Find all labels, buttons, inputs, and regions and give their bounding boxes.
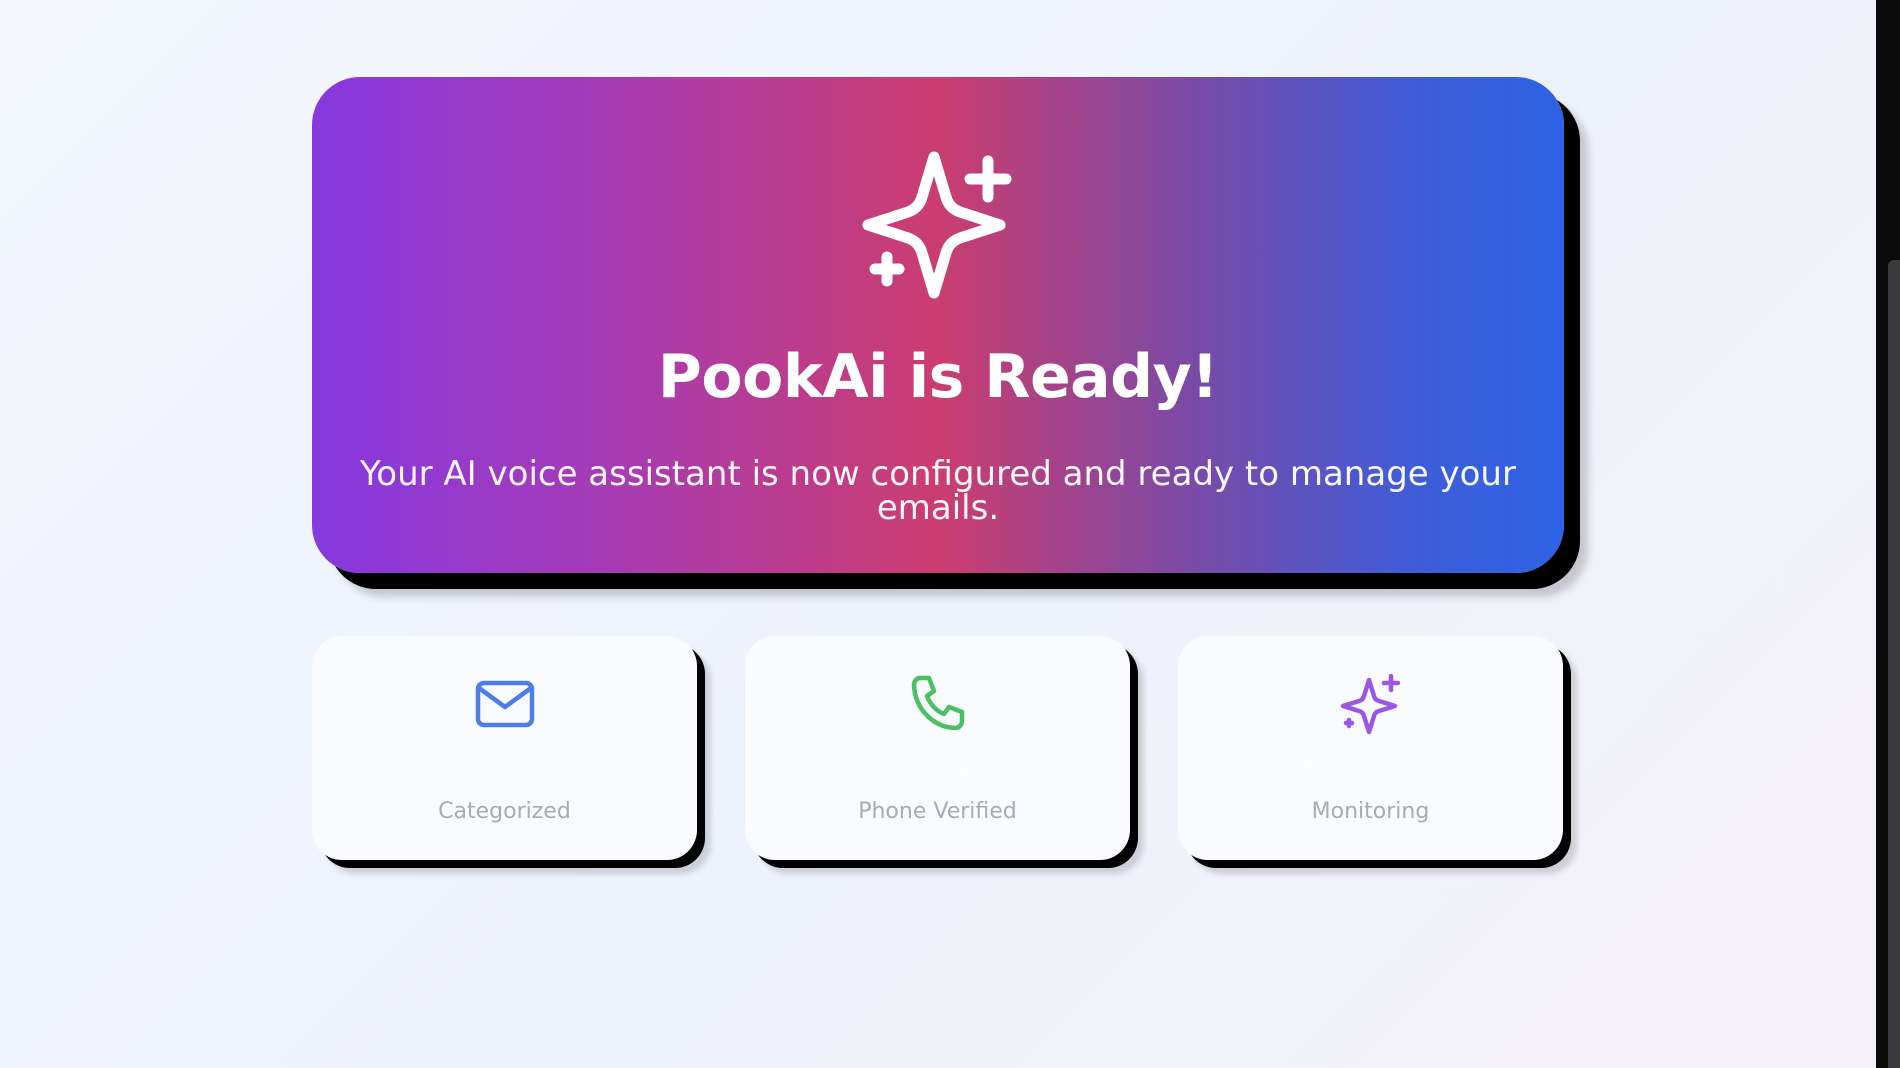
ready-hero-card: PookAi is Ready! Your AI voice assistant… xyxy=(312,77,1564,573)
scrollbar-thumb[interactable] xyxy=(1888,260,1900,1068)
page: PookAi is Ready! Your AI voice assistant… xyxy=(0,0,1876,1068)
stat-label: Categorized xyxy=(438,799,571,824)
ai-stat-card: AI Active Monitoring xyxy=(1178,636,1563,860)
hero-subtitle: Your AI voice assistant is now configure… xyxy=(360,454,1516,528)
stat-label: Monitoring xyxy=(1311,799,1430,824)
stat-value: AI Active xyxy=(1295,753,1446,788)
sparkles-icon xyxy=(862,151,1012,299)
stat-value: Voice Ready xyxy=(834,753,1041,788)
hero-title: PookAi is Ready! xyxy=(657,342,1219,412)
mail-icon xyxy=(475,680,534,728)
scrollbar-track[interactable] xyxy=(1876,0,1900,1068)
senders-stat-card: 102 Senders Categorized xyxy=(312,636,697,860)
stat-label: Phone Verified xyxy=(858,799,1017,824)
voice-stat-card: Voice Ready Phone Verified xyxy=(745,636,1130,860)
stat-value: 102 Senders xyxy=(399,753,610,788)
phone-icon xyxy=(911,675,964,731)
sparkles-icon xyxy=(1340,673,1400,735)
